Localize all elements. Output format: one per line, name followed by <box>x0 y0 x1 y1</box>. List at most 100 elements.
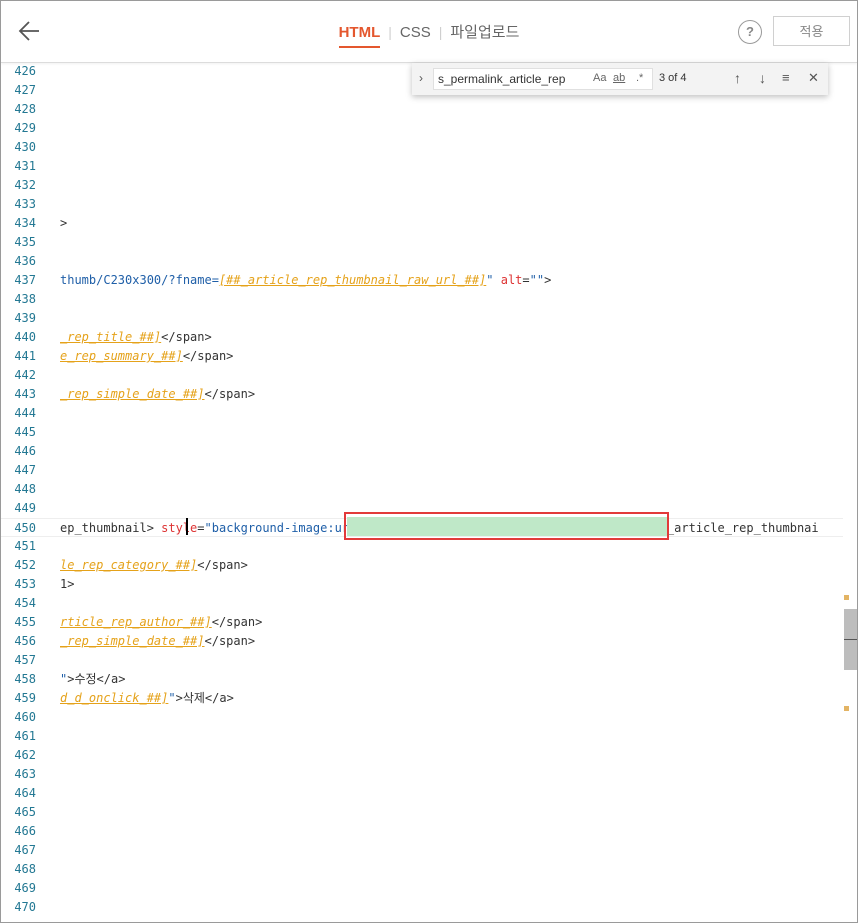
code-line[interactable]: 441 e_rep_summary_##]</span> <box>1 347 857 366</box>
line-number: 457 <box>14 653 36 667</box>
line-code: thumb/C230x300/?fname=[##_article_rep_th… <box>60 271 551 290</box>
code-token: _rep_title_##] <box>60 330 162 344</box>
code-line[interactable]: 461 <box>1 727 857 746</box>
code-editor[interactable]: 426 427 428 429 430 431 432 433 434 >435 436 437 thu… <box>1 62 857 922</box>
line-number: 452 <box>14 558 36 572</box>
line-number: 441 <box>14 349 36 363</box>
code-token: >삭제</a> <box>175 691 234 705</box>
line-code: _rep_title_##]</span> <box>60 328 212 347</box>
line-number: 427 <box>14 83 36 97</box>
match-case-icon[interactable]: Aa <box>593 72 606 84</box>
code-line[interactable]: 436 <box>1 252 857 271</box>
code-line[interactable]: 442 <box>1 366 857 385</box>
code-line[interactable]: 460 <box>1 708 857 727</box>
line-code: d_d_onclick_##]">삭제</a> <box>60 689 234 708</box>
code-token: </span> <box>182 349 234 363</box>
code-token: </span> <box>204 387 256 401</box>
code-line[interactable]: 446 <box>1 442 857 461</box>
line-code: 1> <box>60 575 74 594</box>
code-line[interactable]: 459 d_d_onclick_##]">삭제</a> <box>1 689 857 708</box>
vertical-scrollbar[interactable] <box>843 62 857 922</box>
code-line[interactable]: 443 _rep_simple_date_##]</span> <box>1 385 857 404</box>
code-token: thumb/C230x300/?fname= <box>60 273 219 287</box>
code-token: = <box>197 521 205 535</box>
code-line[interactable]: 463 <box>1 765 857 784</box>
tab-file-upload[interactable]: 파일업로드 <box>442 1 527 62</box>
line-number: 435 <box>14 235 36 249</box>
line-code: rticle_rep_author_##]</span> <box>60 613 262 632</box>
line-number: 453 <box>14 577 36 591</box>
code-line[interactable]: 432 <box>1 176 857 195</box>
line-number: 462 <box>14 748 36 762</box>
code-line[interactable]: 428 <box>1 100 857 119</box>
code-line[interactable]: 464 <box>1 784 857 803</box>
line-number: 465 <box>14 805 36 819</box>
code-line[interactable]: 465 <box>1 803 857 822</box>
code-line[interactable]: 430 <box>1 138 857 157</box>
code-line[interactable]: 438 <box>1 290 857 309</box>
code-line[interactable]: 469 <box>1 879 857 898</box>
code-line[interactable]: 429 <box>1 119 857 138</box>
code-line[interactable]: 457 <box>1 651 857 670</box>
code-line[interactable]: 447 <box>1 461 857 480</box>
line-number: 444 <box>14 406 36 420</box>
line-number: 431 <box>14 159 36 173</box>
toggle-replace-icon[interactable]: › <box>419 71 423 85</box>
line-number: 468 <box>14 862 36 876</box>
line-number: 447 <box>14 463 36 477</box>
regex-icon[interactable]: .* <box>636 72 643 84</box>
code-line[interactable]: 433 <box>1 195 857 214</box>
code-token: [##_article_rep_thumbnail_raw_url_##] <box>218 273 487 287</box>
match-whole-word-icon[interactable]: ab <box>613 72 625 84</box>
apply-button[interactable]: 적용 <box>773 16 850 46</box>
tab-html[interactable]: HTML <box>331 1 389 62</box>
code-line[interactable]: 434 > <box>1 214 857 233</box>
line-number: 428 <box>14 102 36 116</box>
code-line[interactable]: 455 rticle_rep_author_##]</span> <box>1 613 857 632</box>
previous-match-icon[interactable]: ↑ <box>734 70 741 86</box>
code-line[interactable]: 448 <box>1 480 857 499</box>
line-number: 432 <box>14 178 36 192</box>
code-line[interactable]: 445 <box>1 423 857 442</box>
next-match-icon[interactable]: ↓ <box>759 70 766 86</box>
code-token: </span> <box>161 330 212 344</box>
code-line[interactable]: 467 <box>1 841 857 860</box>
line-number: 466 <box>14 824 36 838</box>
code-line[interactable]: 435 <box>1 233 857 252</box>
code-line[interactable]: 456 _rep_simple_date_##]</span> <box>1 632 857 651</box>
line-number: 450 <box>14 521 36 535</box>
code-line[interactable]: 444 <box>1 404 857 423</box>
code-line[interactable]: 462 <box>1 746 857 765</box>
code-line[interactable]: 452 le_rep_category_##]</span> <box>1 556 857 575</box>
code-line[interactable]: 440 _rep_title_##]</span> <box>1 328 857 347</box>
find-in-selection-icon[interactable]: ≡ <box>782 70 790 85</box>
top-toolbar: HTML | CSS | 파일업로드 ? 적용 <box>1 1 857 63</box>
line-code: > <box>60 214 67 233</box>
code-line[interactable]: 466 <box>1 822 857 841</box>
text-cursor <box>186 518 188 535</box>
help-button[interactable]: ? <box>738 20 762 44</box>
code-token: "" <box>529 273 545 287</box>
close-icon[interactable]: ✕ <box>808 70 819 86</box>
line-number: 463 <box>14 767 36 781</box>
line-code: le_rep_category_##]</span> <box>60 556 248 575</box>
code-token: alt <box>500 273 523 287</box>
code-line[interactable]: 439 <box>1 309 857 328</box>
line-number: 436 <box>14 254 36 268</box>
code-line[interactable]: 454 <box>1 594 857 613</box>
code-line[interactable]: 458 ">수정</a> <box>1 670 857 689</box>
tab-css[interactable]: CSS <box>392 1 439 62</box>
overview-ruler-mark <box>844 706 849 711</box>
code-line[interactable]: 470 <box>1 898 857 917</box>
line-number: 443 <box>14 387 36 401</box>
line-number: 451 <box>14 539 36 553</box>
line-number: 459 <box>14 691 36 705</box>
code-token: >수정</a> <box>67 672 126 686</box>
code-token: </span> <box>197 558 248 572</box>
code-line[interactable]: 468 <box>1 860 857 879</box>
code-line[interactable]: 431 <box>1 157 857 176</box>
line-number: 456 <box>14 634 36 648</box>
line-number: 445 <box>14 425 36 439</box>
code-line[interactable]: 437 thumb/C230x300/?fname=[##_article_rep… <box>1 271 857 290</box>
code-line[interactable]: 453 1> <box>1 575 857 594</box>
